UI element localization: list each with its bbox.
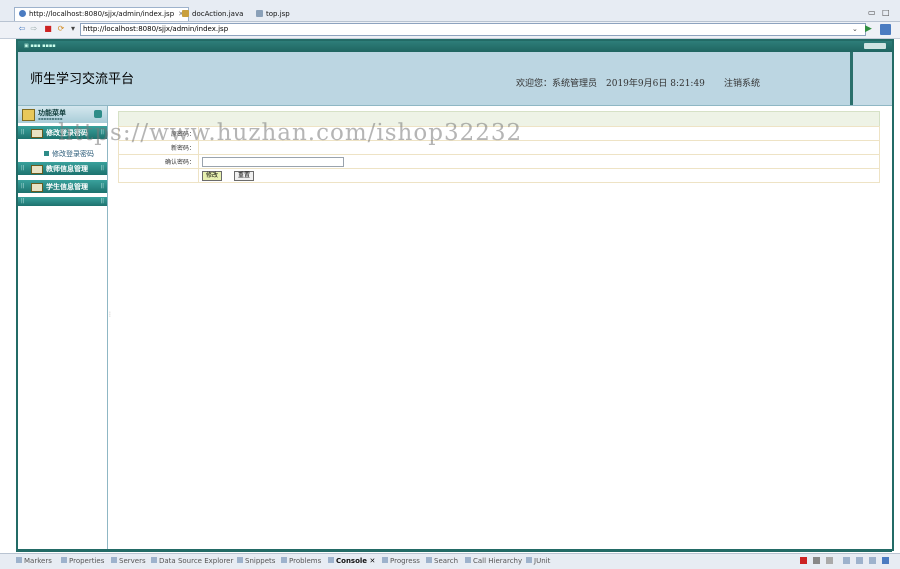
editor-tab-browser[interactable]: http://localhost:8080/sjjx/admin/index.j… — [14, 7, 190, 21]
grip-icon: || — [21, 129, 25, 135]
clear-console-icon[interactable] — [843, 557, 850, 564]
java-file-icon — [182, 10, 189, 17]
page-header: 师生学习交流平台 欢迎您：系统管理员 2019年9月6日 8:21:49 注销系… — [18, 52, 892, 106]
globe-icon — [19, 10, 26, 17]
editor-tab-label: http://localhost:8080/sjjx/admin/index.j… — [29, 10, 175, 18]
editor-tab-bar: http://localhost:8080/sjjx/admin/index.j… — [0, 0, 900, 22]
editor-tab-docaction[interactable]: docAction.java — [178, 8, 247, 21]
console-icon — [328, 557, 334, 563]
bottom-view-bar: Markers Properties Servers Data Source E… — [0, 553, 900, 569]
page-title: 师生学习交流平台 — [30, 72, 135, 87]
sidebar-group-teachers[interactable]: || 教师信息管理 || — [18, 162, 107, 175]
sidebar-item-label: 修改登录密码 — [52, 150, 94, 158]
bullet-icon — [44, 151, 49, 156]
snippets-icon — [237, 557, 243, 563]
tab-junit[interactable]: JUnit — [526, 557, 550, 565]
tab-progress[interactable]: Progress — [382, 557, 420, 565]
editor-tab-label: docAction.java — [192, 10, 244, 18]
tab-markers[interactable]: Markers — [16, 557, 52, 565]
sidebar-item-change-password[interactable]: 修改登录密码 — [44, 149, 94, 159]
sidebar-resize-handle[interactable]: ⋮ — [107, 311, 113, 318]
sidebar-group-students[interactable]: || 学生信息管理 || — [18, 180, 107, 193]
confirm-password-input[interactable] — [202, 156, 344, 167]
remove-launch-icon[interactable] — [813, 557, 820, 564]
junit-icon — [526, 557, 532, 563]
browser-toolbar: ⇦ ⇨ ■ ⟳ ▾ ⌄ ▶ — [0, 22, 900, 39]
sidebar-group-label: 学生信息管理 — [46, 183, 88, 191]
tab-call-hierarchy[interactable]: Call Hierarchy — [465, 557, 522, 565]
back-icon[interactable]: ⇦ — [17, 24, 27, 34]
chevron-down-icon[interactable]: ▾ — [68, 24, 78, 34]
header-right-panel — [853, 52, 892, 105]
sidebar-footer: || || — [18, 197, 107, 206]
refresh-icon[interactable]: ⟳ — [56, 24, 66, 34]
tab-snippets[interactable]: Snippets — [237, 557, 275, 565]
editor-tab-top-jsp[interactable]: top.jsp — [252, 8, 294, 21]
search-icon — [426, 557, 432, 563]
remove-all-icon[interactable] — [826, 557, 833, 564]
folder-icon — [31, 183, 43, 192]
tab-problems[interactable]: Problems — [281, 557, 321, 565]
grip-icon: || — [100, 198, 104, 204]
submit-button[interactable]: 修改 — [202, 170, 223, 181]
servers-icon — [111, 557, 117, 563]
tab-servers[interactable]: Servers — [111, 557, 146, 565]
close-icon[interactable]: ✕ — [370, 557, 376, 565]
url-dropdown-icon[interactable]: ⌄ — [852, 25, 858, 33]
logout-link[interactable]: 注销系统 — [724, 76, 760, 89]
go-icon[interactable]: ▶ — [865, 24, 872, 34]
frame-arrows-icon[interactable] — [864, 43, 886, 49]
folder-icon — [31, 165, 43, 174]
tab-console[interactable]: Console ✕ — [328, 557, 375, 565]
grip-icon: || — [100, 165, 104, 171]
maximize-icon[interactable]: □ — [882, 8, 890, 17]
reset-button[interactable]: 重置 — [233, 170, 254, 181]
collapse-icon[interactable] — [94, 110, 102, 118]
form-row: 确认密码： — [118, 154, 880, 169]
grip-icon: || — [21, 165, 25, 171]
jsp-file-icon — [256, 10, 263, 17]
progress-icon — [382, 557, 388, 563]
tab-properties[interactable]: Properties — [61, 557, 104, 565]
confirm-password-label: 确认密码： — [118, 154, 199, 169]
scroll-lock-icon[interactable] — [856, 557, 863, 564]
sidebar-group-label: 教师信息管理 — [46, 165, 88, 173]
pin-console-icon[interactable] — [869, 557, 876, 564]
page-frame: ▣ ▪▪▪ ▪▪▪▪ 师生学习交流平台 欢迎您：系统管理员 2019年9月6日 … — [16, 39, 894, 551]
stop-icon[interactable]: ■ — [43, 24, 53, 34]
key-icon — [31, 129, 43, 138]
editor-tab-label: top.jsp — [266, 10, 290, 18]
terminate-icon[interactable] — [800, 557, 807, 564]
tab-search[interactable]: Search — [426, 557, 458, 565]
menu-icon — [22, 109, 35, 121]
grip-icon: || — [100, 183, 104, 189]
page-bottom-strip — [16, 549, 892, 552]
database-icon — [151, 557, 157, 563]
browser-settings-icon[interactable] — [880, 24, 891, 35]
markers-icon — [16, 557, 22, 563]
call-hierarchy-icon — [465, 557, 471, 563]
minimize-icon[interactable]: ▭ — [868, 8, 876, 17]
logo-icon: ▣ ▪▪▪ ▪▪▪▪ — [24, 43, 56, 49]
watermark: https://www.huzhan.com/ishop32232 — [58, 120, 523, 146]
sidebar: 功能菜单 ▪▪▪▪▪▪▪▪▪ || 修改登录密码 || 修改登录密码 || 教师… — [18, 106, 108, 549]
problems-icon — [281, 557, 287, 563]
tab-data-source-explorer[interactable]: Data Source Explorer — [151, 557, 233, 565]
grip-icon: || — [21, 183, 25, 189]
properties-icon — [61, 557, 67, 563]
grip-icon: || — [21, 198, 25, 204]
open-console-icon[interactable] — [882, 557, 889, 564]
forward-icon[interactable]: ⇨ — [29, 24, 39, 34]
welcome-text: 欢迎您：系统管理员 2019年9月6日 8:21:49 — [516, 79, 705, 89]
top-strip: ▣ ▪▪▪ ▪▪▪▪ — [18, 41, 892, 52]
url-input[interactable] — [80, 23, 866, 36]
form-actions-row: 修改 重置 — [118, 168, 880, 183]
